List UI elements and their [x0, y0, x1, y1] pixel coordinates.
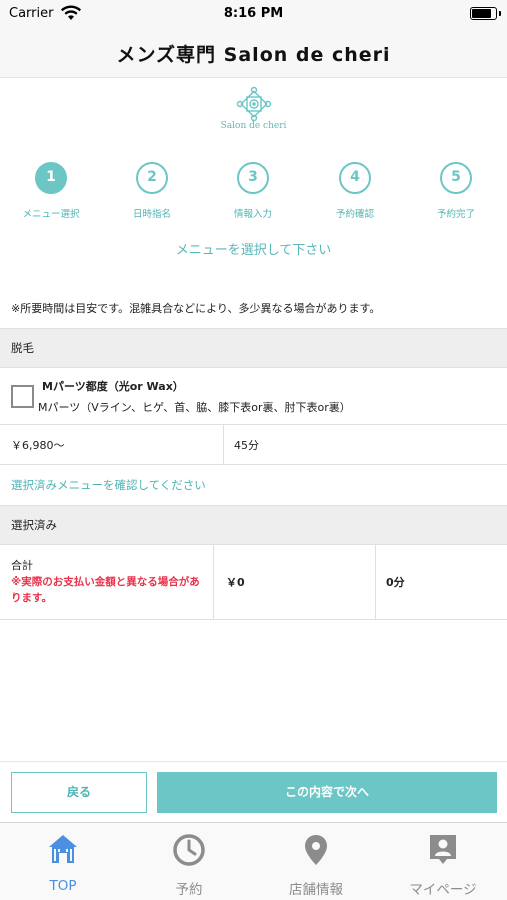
- step-label: 日時指名: [132, 209, 171, 220]
- confirm-selection-link[interactable]: 選択済みメニューを確認してください: [11, 477, 206, 493]
- tab-top[interactable]: TOP: [0, 823, 126, 900]
- total-row: 合計 ※実際のお支払い金額と異なる場合があります。 ￥0 0分: [0, 544, 507, 620]
- menu-item-name: Mパーツ都度（光or Wax）: [42, 380, 184, 393]
- next-button[interactable]: この内容で次へ: [157, 772, 497, 813]
- tab-mypage[interactable]: マイページ: [380, 823, 506, 900]
- category-header: 脱毛: [0, 328, 507, 368]
- map-pin-icon: [305, 835, 327, 865]
- menu-item-duration: 45分: [234, 439, 259, 452]
- tab-reservation[interactable]: 予約: [126, 823, 252, 900]
- step-label: メニュー選択: [22, 209, 80, 220]
- battery-fill: [472, 9, 491, 18]
- step-3: 3 情報入力: [208, 162, 298, 220]
- step-number: 5: [440, 162, 472, 194]
- step-1: 1 メニュー選択: [6, 162, 96, 220]
- tab-store-info[interactable]: 店舗情報: [253, 823, 379, 900]
- clock-time: 8:16 PM: [223, 6, 284, 21]
- menu-item[interactable]: Mパーツ都度（光or Wax） Mパーツ（Vライン、ヒゲ、首、脇、膝下表or裏、…: [0, 368, 507, 425]
- payment-warning: ※実際のお支払い金額と異なる場合があります。: [11, 576, 200, 604]
- step-instruction: メニューを選択して下さい: [175, 243, 332, 258]
- cell-divider: [223, 425, 224, 465]
- tab-label: 店舗情報: [289, 882, 343, 898]
- step-4: 4 予約確認: [310, 162, 400, 220]
- back-button[interactable]: 戻る: [11, 772, 147, 813]
- step-2: 2 日時指名: [107, 162, 197, 220]
- cell-divider: [213, 544, 214, 620]
- step-number: 3: [237, 162, 269, 194]
- salon-logo-icon: [236, 86, 272, 122]
- step-number: 2: [136, 162, 168, 194]
- tab-label: TOP: [49, 878, 77, 894]
- total-label: 合計: [11, 559, 33, 572]
- battery-cap: [499, 11, 501, 16]
- status-bar: Carrier 8:16 PM: [0, 0, 507, 28]
- nav-header: メンズ専門 Salon de cheri: [0, 28, 507, 78]
- menu-price-row: ￥6,980〜 45分: [0, 425, 507, 465]
- tab-label: 予約: [175, 882, 203, 898]
- step-label: 情報入力: [233, 209, 272, 220]
- duration-notice: ※所要時間は目安です。混雑具合などにより、多少異なる場合があります。: [11, 302, 381, 315]
- step-label: 予約完了: [436, 209, 475, 220]
- step-5: 5 予約完了: [411, 162, 501, 220]
- battery-icon: [470, 7, 497, 20]
- tab-label: マイページ: [409, 882, 477, 898]
- step-number: 4: [339, 162, 371, 194]
- total-duration: 0分: [386, 576, 405, 589]
- step-label: 予約確認: [335, 209, 374, 220]
- clock-icon: [173, 834, 205, 866]
- step-number: 1: [35, 162, 67, 194]
- total-price: ￥0: [226, 576, 245, 589]
- home-icon: [49, 835, 77, 863]
- menu-item-description: Mパーツ（Vライン、ヒゲ、首、脇、膝下表or裏、肘下表or裏）: [38, 401, 351, 414]
- page-title: メンズ専門 Salon de cheri: [116, 44, 391, 66]
- action-divider: [0, 761, 507, 762]
- cell-divider: [375, 544, 376, 620]
- user-badge-icon: [430, 835, 456, 864]
- menu-item-checkbox[interactable]: [11, 385, 34, 408]
- selected-header: 選択済み: [0, 505, 507, 545]
- logo-text: Salon de cheri: [220, 121, 287, 131]
- tab-bar: TOP 予約 店舗情報 マイページ: [0, 822, 507, 900]
- menu-item-price: ￥6,980〜: [11, 439, 65, 452]
